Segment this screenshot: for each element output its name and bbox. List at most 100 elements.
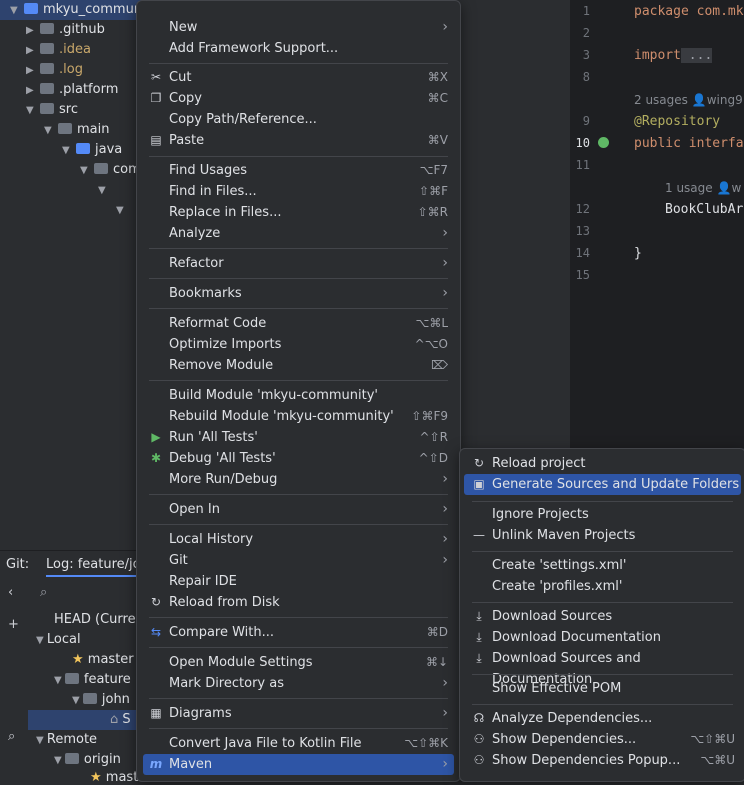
chevron-down-icon[interactable]: ▼ — [54, 755, 65, 766]
tree-item-src[interactable]: ▼ src — [26, 100, 78, 120]
menu-item-git[interactable]: Git › — [143, 550, 454, 571]
one-usage-hint[interactable]: 1 usage 👤w — [665, 181, 741, 195]
master-branch[interactable]: ★ master — [72, 652, 134, 667]
menu-item-analyze[interactable]: Analyze › — [143, 223, 454, 244]
menu-item-add-framework-support[interactable]: Add Framework Support... — [143, 38, 454, 59]
tree-item-com[interactable]: ▼ com — [80, 160, 141, 180]
selected-branch-row[interactable] — [28, 710, 150, 730]
folder-icon — [40, 83, 54, 94]
menu-item-more-run-debug[interactable]: More Run/Debug › — [143, 469, 454, 490]
chevron-down-icon[interactable]: ▼ — [10, 1, 24, 21]
menu-item-create-profiles-xml[interactable]: Create 'profiles.xml' — [464, 576, 741, 597]
line-number: 10 — [575, 136, 590, 150]
menu-item-generate-sources-and-update-folders[interactable]: ▣ Generate Sources and Update Folders — [464, 474, 741, 495]
feature-group[interactable]: ▼ feature — [54, 672, 131, 687]
chevron-right-icon[interactable]: ▶ — [26, 41, 40, 61]
chevron-down-icon[interactable]: ▼ — [54, 675, 65, 686]
menu-item-new[interactable]: New › — [143, 17, 454, 38]
chevron-down-icon[interactable]: ▼ — [116, 201, 130, 221]
menu-item-diagrams[interactable]: ▦ Diagrams › — [143, 703, 454, 724]
menu-item-paste[interactable]: ▤ Paste ⌘V — [143, 130, 454, 151]
chevron-right-icon[interactable]: ▶ — [26, 81, 40, 101]
search-icon[interactable]: ⌕ — [40, 585, 47, 600]
implementation-gutter-icon[interactable] — [598, 137, 609, 148]
menu-item-optimize-imports[interactable]: Optimize Imports ^⌥O — [143, 334, 454, 355]
usages-hint[interactable]: 2 usages 👤wing9 — [634, 93, 743, 107]
menu-item-reload-from-disk[interactable]: ↻ Reload from Disk — [143, 592, 454, 613]
usages-count[interactable]: 2 usages — [634, 93, 688, 107]
menu-item-cut[interactable]: ✂ Cut ⌘X — [143, 67, 454, 88]
head-branch[interactable]: HEAD (Curren — [54, 612, 144, 627]
tree-item-platform[interactable]: ▶ .platform — [26, 80, 118, 100]
menu-item-download-sources[interactable]: ⤓ Download Sources — [464, 606, 741, 627]
menu-item-ignore-projects[interactable]: Ignore Projects — [464, 504, 741, 525]
menu-item-open-in[interactable]: Open In › — [143, 499, 454, 520]
folder-icon — [94, 163, 108, 174]
tree-item-sub2[interactable]: ▼ — [116, 200, 130, 220]
john-group[interactable]: ▼ john — [72, 692, 130, 707]
menu-item-label: Compare With... — [169, 625, 275, 640]
menu-item-unlink-maven-projects[interactable]: — Unlink Maven Projects — [464, 525, 741, 546]
folder-icon — [40, 63, 54, 74]
menu-item-analyze-dependencies[interactable]: ☊ Analyze Dependencies... — [464, 708, 741, 729]
tree-item-idea[interactable]: ▶ .idea — [26, 40, 91, 60]
chevron-down-icon[interactable]: ▼ — [98, 181, 112, 201]
menu-separator — [149, 308, 448, 309]
chevron-down-icon[interactable]: ▼ — [26, 101, 40, 121]
menu-item-local-history[interactable]: Local History › — [143, 529, 454, 550]
menu-item-show-dependencies[interactable]: ⚇ Show Dependencies... ⌥⇧⌘U — [464, 729, 741, 750]
chevron-down-icon[interactable]: ▼ — [72, 695, 83, 706]
menu-item-build-module-mkyu-community[interactable]: Build Module 'mkyu-community' — [143, 385, 454, 406]
plus-icon[interactable]: + — [8, 617, 19, 632]
origin-group[interactable]: ▼ origin — [54, 752, 121, 767]
menu-item-create-settings-xml[interactable]: Create 'settings.xml' — [464, 555, 741, 576]
menu-item-reformat-code[interactable]: Reformat Code ⌥⌘L — [143, 313, 454, 334]
chevron-down-icon[interactable]: ▼ — [44, 121, 58, 141]
menu-item-download-documentation[interactable]: ⤓ Download Documentation — [464, 627, 741, 648]
tree-item-java[interactable]: ▼ java — [62, 140, 122, 160]
menu-item-refactor[interactable]: Refactor › — [143, 253, 454, 274]
menu-item-repair-ide[interactable]: Repair IDE — [143, 571, 454, 592]
log-tab[interactable]: Log: feature/jol — [46, 557, 145, 577]
origin-master-branch[interactable]: ★ mast — [90, 770, 138, 785]
menu-item-find-in-files[interactable]: Find in Files... ⇧⌘F — [143, 181, 454, 202]
tree-item-sub[interactable]: ▼ — [98, 180, 112, 200]
menu-item-copy-path-reference[interactable]: Copy Path/Reference... — [143, 109, 454, 130]
tree-item-github[interactable]: ▶ .github — [26, 20, 105, 40]
menu-item-debug-all-tests[interactable]: ✱ Debug 'All Tests' ^⇧D — [143, 448, 454, 469]
menu-item-copy[interactable]: ❐ Copy ⌘C — [143, 88, 454, 109]
menu-item-show-dependencies-popup[interactable]: ⚇ Show Dependencies Popup... ⌥⌘U — [464, 750, 741, 771]
menu-item-remove-module[interactable]: Remove Module ⌦ — [143, 355, 454, 376]
usage-count[interactable]: 1 usage — [665, 181, 713, 195]
chevron-left-icon[interactable]: ‹ — [8, 585, 13, 600]
remote-branches[interactable]: ▼ Remote — [36, 732, 97, 747]
menu-item-find-usages[interactable]: Find Usages ⌥F7 — [143, 160, 454, 181]
menu-item-download-sources-and-documentation[interactable]: ⤓ Download Sources and Documentation — [464, 648, 741, 687]
menu-item-convert-java-file-to-kotlin-file[interactable]: Convert Java File to Kotlin File ⌥⇧⌘K — [143, 733, 454, 754]
tree-item-log[interactable]: ▶ .log — [26, 60, 83, 80]
tree-item-main[interactable]: ▼ main — [44, 120, 109, 140]
menu-item-mark-directory-as[interactable]: Mark Directory as › — [143, 673, 454, 694]
chevron-down-icon[interactable]: ▼ — [36, 635, 47, 646]
chevron-right-icon[interactable]: ▶ — [26, 21, 40, 41]
closing-brace: } — [634, 246, 642, 261]
menu-item-reload-project[interactable]: ↻ Reload project — [464, 453, 741, 474]
local-branches[interactable]: ▼ Local — [36, 632, 81, 647]
tree-root-row[interactable]: ▼ mkyu_community — [0, 0, 158, 21]
menu-item-maven[interactable]: m Maven › — [143, 754, 454, 775]
menu-item-show-effective-pom[interactable]: Show Effective POM — [464, 678, 741, 699]
chevron-down-icon[interactable]: ▼ — [36, 735, 47, 746]
menu-item-bookmarks[interactable]: Bookmarks › — [143, 283, 454, 304]
menu-item-label: Local History — [169, 532, 254, 547]
menu-item-run-all-tests[interactable]: ▶ Run 'All Tests' ^⇧R — [143, 427, 454, 448]
menu-item-rebuild-module-mkyu-community[interactable]: Rebuild Module 'mkyu-community' ⇧⌘F9 — [143, 406, 454, 427]
chevron-down-icon[interactable]: ▼ — [80, 161, 94, 181]
menu-item-open-module-settings[interactable]: Open Module Settings ⌘↓ — [143, 652, 454, 673]
folded-imports[interactable]: ... — [680, 48, 713, 63]
chevron-right-icon[interactable]: ▶ — [26, 61, 40, 81]
menu-item-replace-in-files[interactable]: Replace in Files... ⇧⌘R — [143, 202, 454, 223]
menu-item-compare-with[interactable]: ⇆ Compare With... ⌘D — [143, 622, 454, 643]
search-icon[interactable]: ⌕ — [8, 729, 15, 744]
chevron-down-icon[interactable]: ▼ — [62, 141, 76, 161]
selected-branch[interactable]: ⌂ S — [110, 712, 131, 727]
